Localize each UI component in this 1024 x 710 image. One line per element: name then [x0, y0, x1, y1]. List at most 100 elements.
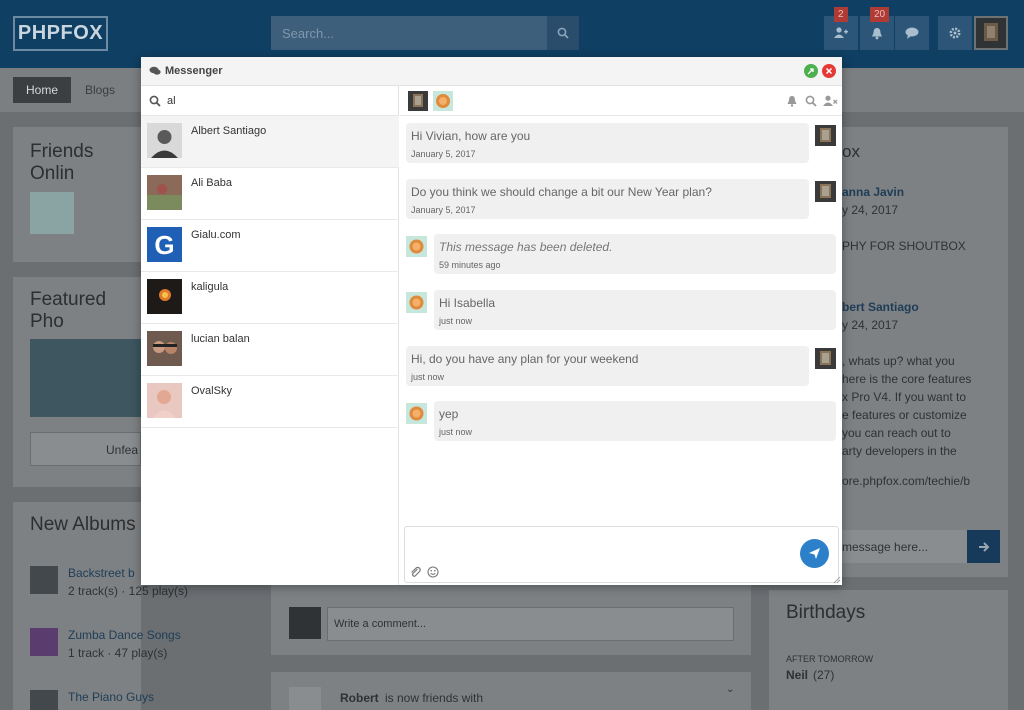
- feed-user-name[interactable]: Robert: [340, 691, 379, 705]
- contact-item[interactable]: Albert Santiago: [141, 116, 399, 168]
- commenter-avatar: [289, 607, 321, 639]
- remove-user-icon[interactable]: [823, 95, 838, 107]
- minimize-icon[interactable]: [804, 64, 818, 78]
- contact-name: OvalSky: [191, 385, 232, 397]
- shout-author[interactable]: anna Javin: [842, 185, 904, 199]
- friends-online-heading: Friends Onlin: [30, 141, 94, 184]
- close-icon[interactable]: [822, 64, 836, 78]
- messenger-header: Messenger: [141, 57, 842, 86]
- shout-link[interactable]: ore.phpfox.com/techie/b: [842, 474, 970, 488]
- shout-input[interactable]: message here...: [842, 530, 967, 563]
- nav-home[interactable]: Home: [13, 77, 71, 103]
- messenger-window: Messenger al Albert Santiago Ali Baba G …: [141, 57, 842, 585]
- birthdays-panel: Birthdays AFTER TOMORROW Neil (27): [769, 590, 1008, 710]
- album-title[interactable]: Zumba Dance Songs: [68, 628, 181, 642]
- participant-avatar[interactable]: [408, 91, 428, 111]
- contact-item[interactable]: lucian balan: [141, 324, 399, 376]
- shout-text: arty developers in the: [842, 444, 957, 458]
- site-logo[interactable]: PHPFOX: [13, 16, 108, 51]
- conversation-list: al Albert Santiago Ali Baba G Gialu.com …: [141, 86, 399, 585]
- friend-request-icon[interactable]: 2: [824, 7, 858, 50]
- avatar: [147, 279, 182, 314]
- emoji-icon[interactable]: [427, 566, 439, 578]
- contact-item[interactable]: Ali Baba: [141, 168, 399, 220]
- contact-search-input[interactable]: al: [141, 86, 399, 116]
- contact-item[interactable]: OvalSky: [141, 376, 399, 428]
- album-meta: 2 track(s) · 125 play(s): [68, 584, 189, 598]
- contact-item[interactable]: kaligula: [141, 272, 399, 324]
- shout-text: e features or customize: [842, 408, 967, 422]
- avatar: [147, 383, 182, 418]
- message-bubble: yep just now: [434, 401, 836, 441]
- site-search-input[interactable]: Search...: [271, 16, 547, 50]
- contact-item[interactable]: G Gialu.com: [141, 220, 399, 272]
- shout-text: , whats up? what you: [842, 354, 955, 368]
- chevron-down-icon[interactable]: ⌄: [726, 684, 734, 695]
- user-avatar[interactable]: [974, 16, 1008, 50]
- search-icon: [149, 95, 161, 107]
- message-bubble: This message has been deleted. 59 minute…: [434, 234, 836, 274]
- search-query: al: [167, 95, 176, 107]
- message-text: yep: [439, 407, 459, 421]
- attachment-icon[interactable]: [409, 566, 421, 578]
- search-icon[interactable]: [547, 16, 579, 50]
- featured-photo[interactable]: [30, 339, 141, 417]
- message-bubble: Hi, do you have any plan for your weeken…: [406, 346, 809, 386]
- contact-name: kaligula: [191, 281, 229, 293]
- sender-avatar: [815, 125, 836, 146]
- feed-avatar[interactable]: [289, 687, 321, 710]
- album-title[interactable]: Backstreet b: [68, 566, 135, 580]
- contact-name: Gialu.com: [191, 229, 241, 241]
- sender-avatar: [406, 292, 427, 313]
- avatar: [147, 331, 182, 366]
- contact-name: Albert Santiago: [191, 125, 267, 137]
- message-time: January 5, 2017: [411, 205, 476, 215]
- featured-photos-heading: Featured Pho: [30, 289, 107, 332]
- message-compose-box[interactable]: [404, 526, 839, 583]
- shout-text: here is the core features: [842, 372, 972, 386]
- new-albums-panel: New Albums Backstreet b 2 track(s) · 125…: [13, 502, 188, 710]
- message-bubble: Do you think we should change a bit our …: [406, 179, 809, 219]
- message-time: just now: [439, 316, 473, 326]
- friends-online-panel: Friends Onlin: [13, 127, 141, 262]
- message-text: This message has been deleted.: [439, 240, 613, 254]
- featured-photos-panel: Featured Pho Unfea: [13, 277, 141, 487]
- bell-icon[interactable]: [786, 95, 798, 107]
- message-time: January 5, 2017: [411, 149, 476, 159]
- nav-blogs[interactable]: Blogs: [85, 83, 115, 97]
- message-time: just now: [439, 427, 473, 437]
- resize-handle-icon[interactable]: [833, 576, 841, 584]
- birthdays-heading: Birthdays: [786, 602, 866, 623]
- birthday-name[interactable]: Neil: [786, 668, 808, 682]
- send-button[interactable]: [800, 539, 829, 568]
- chat-icon: [149, 66, 161, 75]
- comment-input[interactable]: Write a comment...: [327, 607, 734, 641]
- search-icon[interactable]: [805, 95, 817, 107]
- contact-name: lucian balan: [191, 333, 250, 345]
- chat-bubble-icon[interactable]: [895, 16, 929, 50]
- avatar: G: [147, 227, 182, 262]
- friend-count-badge: 2: [834, 7, 848, 22]
- feed-item: Robert is now friends with ⌄: [271, 672, 751, 710]
- album-cover[interactable]: [30, 566, 58, 594]
- album-title[interactable]: The Piano Guys: [68, 690, 154, 704]
- sender-avatar: [815, 181, 836, 202]
- message-bubble: Hi Isabella just now: [434, 290, 836, 330]
- shout-text: x Pro V4. If you want to: [842, 390, 967, 404]
- conversation-panel: Hi Vivian, how are you January 5, 2017 D…: [400, 86, 842, 585]
- messenger-title: Messenger: [165, 65, 223, 77]
- shout-author[interactable]: bert Santiago: [842, 300, 919, 314]
- shout-text: PHY FOR SHOUTBOX: [842, 239, 966, 253]
- friend-avatar[interactable]: [30, 192, 74, 234]
- arrow-right-icon[interactable]: [967, 530, 1000, 563]
- album-cover[interactable]: [30, 628, 58, 656]
- message-text: Hi Vivian, how are you: [411, 129, 531, 143]
- new-albums-heading: New Albums: [30, 514, 136, 535]
- after-tomorrow-label: AFTER TOMORROW: [786, 654, 874, 664]
- notification-bell-icon[interactable]: 20: [860, 7, 894, 50]
- album-cover[interactable]: [30, 690, 58, 710]
- participant-avatar[interactable]: [433, 91, 453, 111]
- message-text: Hi Isabella: [439, 296, 496, 310]
- gear-icon[interactable]: [938, 16, 972, 50]
- unfeature-button[interactable]: Unfea: [30, 432, 141, 466]
